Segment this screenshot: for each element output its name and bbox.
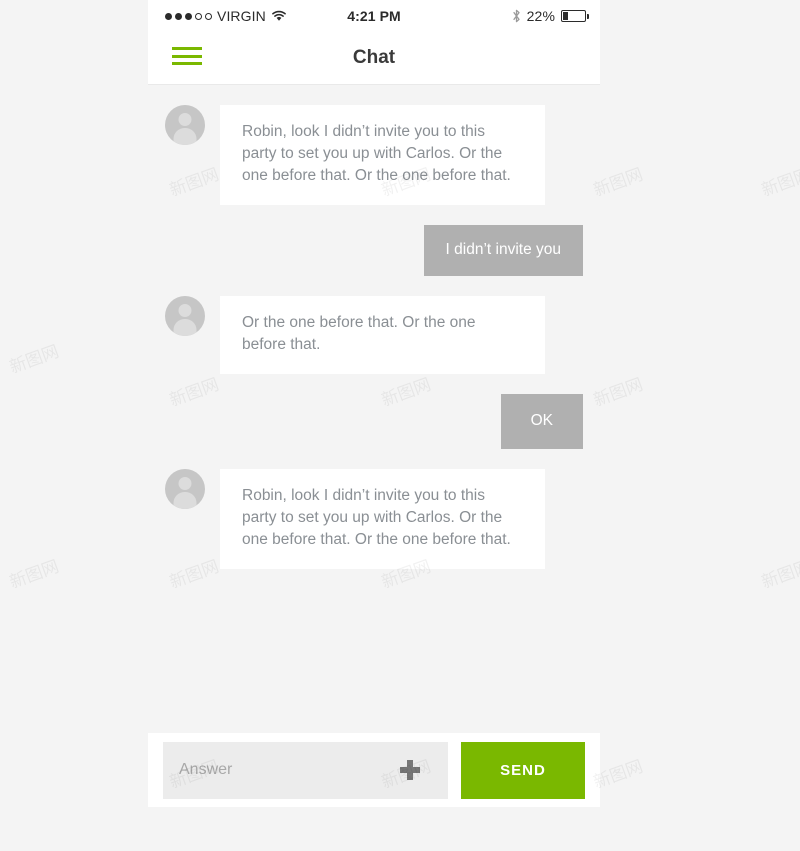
avatar xyxy=(165,296,205,336)
battery-fill xyxy=(563,12,569,20)
watermark: 新图网 xyxy=(6,556,62,593)
watermark: 新图网 xyxy=(6,341,62,378)
watermark: 新图网 xyxy=(758,556,800,593)
plus-icon[interactable] xyxy=(400,760,420,780)
battery-icon xyxy=(561,10,589,22)
status-bar-right: 22% xyxy=(512,8,589,24)
incoming-message-bubble: Or the one before that. Or the one befor… xyxy=(220,296,545,374)
chat-message-row: I didn’t invite you xyxy=(148,225,600,276)
incoming-message-bubble: Robin, look I didn’t invite you to this … xyxy=(220,469,545,569)
send-button[interactable]: SEND xyxy=(461,741,585,799)
phone-screen: VIRGIN 4:21 PM 22% Chat Robin, look I di… xyxy=(148,0,600,851)
avatar xyxy=(165,469,205,509)
incoming-message-bubble: Robin, look I didn’t invite you to this … xyxy=(220,105,545,205)
navigation-bar: Chat xyxy=(148,32,600,85)
chat-message-list[interactable]: Robin, look I didn’t invite you to this … xyxy=(148,85,600,733)
avatar-body xyxy=(173,128,197,145)
message-composer: Answer SEND xyxy=(148,733,600,807)
watermark: 新图网 xyxy=(758,164,800,201)
avatar-body xyxy=(173,319,197,336)
answer-input[interactable]: Answer xyxy=(163,741,448,799)
chat-message-row: OK xyxy=(148,394,600,449)
chat-message-row: Robin, look I didn’t invite you to this … xyxy=(148,105,600,205)
chat-message-row: Or the one before that. Or the one befor… xyxy=(148,296,600,374)
chat-message-row: Robin, look I didn’t invite you to this … xyxy=(148,469,600,569)
avatar-head xyxy=(178,304,192,317)
avatar-body xyxy=(173,492,197,509)
answer-input-placeholder: Answer xyxy=(179,761,233,778)
battery-percent-label: 22% xyxy=(526,8,555,24)
page-title: Chat xyxy=(352,47,396,68)
bluetooth-icon xyxy=(512,9,521,23)
avatar-head xyxy=(178,113,192,126)
avatar xyxy=(165,105,205,145)
outgoing-message-bubble: I didn’t invite you xyxy=(423,225,583,276)
avatar-head xyxy=(178,477,192,490)
status-bar: VIRGIN 4:21 PM 22% xyxy=(148,0,600,32)
outgoing-message-bubble: OK xyxy=(500,394,583,449)
